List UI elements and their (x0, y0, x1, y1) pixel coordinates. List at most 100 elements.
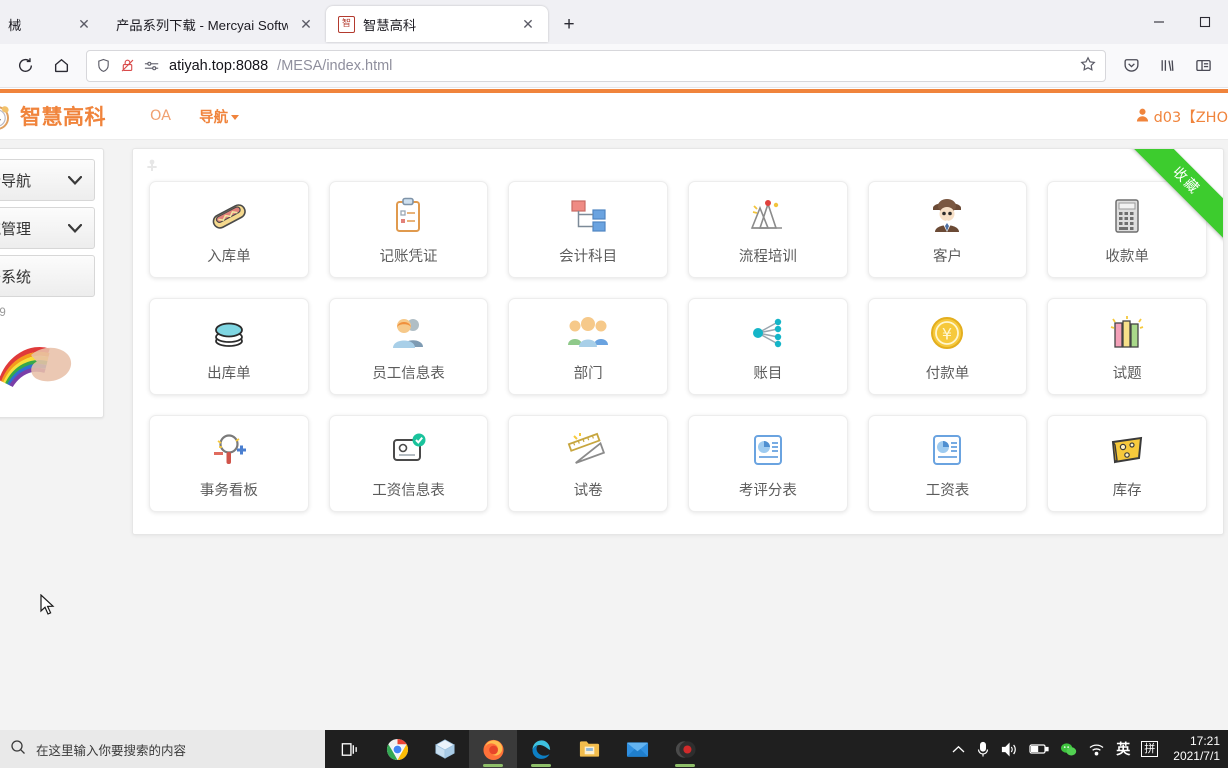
tile-jizhangpingzheng[interactable]: 记账凭证 (328, 181, 489, 278)
page-viewport: 智慧高科 OA 导航 d03【ZHO 合导航 (0, 89, 1228, 730)
minimize-icon[interactable] (1136, 2, 1182, 42)
stacked-discs-icon (206, 310, 252, 356)
connection-icon[interactable] (144, 59, 160, 73)
tile-gongzixinxibiao[interactable]: 工资信息表 (328, 415, 489, 512)
sidebar-item-label: 流管理 (0, 220, 32, 238)
new-tab-button[interactable]: + (554, 10, 584, 40)
tile-kuaijikemu[interactable]: 会计科目 (508, 181, 668, 278)
tab-close-icon[interactable]: ✕ (74, 14, 94, 34)
nav-link-daohang[interactable]: 导航 (199, 106, 240, 127)
reload-icon[interactable] (8, 50, 42, 82)
tile-kaopingfenbiao[interactable]: 考评分表 (688, 415, 848, 512)
pocket-icon[interactable] (1114, 50, 1148, 82)
tile-zhangmu[interactable]: 账目 (688, 298, 848, 395)
drag-handle-icon[interactable] (145, 159, 159, 173)
tile-label: 出库单 (207, 366, 251, 382)
tile-fukuandan[interactable]: ¥ 付款单 (867, 298, 1028, 395)
tile-label: 部门 (573, 366, 603, 382)
tile-kehu[interactable]: 客户 (867, 181, 1028, 278)
chevron-down-icon (67, 221, 83, 236)
nav-link-label: 导航 (199, 109, 229, 126)
sidebar-item-liuchengguanli[interactable]: 流管理 (0, 207, 95, 249)
tile-yuangongxinxibiao[interactable]: 员工信息表 (328, 298, 489, 395)
tile-shiwukanban[interactable]: 事务看板 (149, 415, 309, 512)
mail-icon[interactable] (613, 730, 661, 768)
url-host: atiyah.top:8088 (169, 57, 269, 74)
tab-zhihuigaoke[interactable]: 智 智慧高科 ✕ (326, 6, 548, 42)
mic-icon[interactable] (976, 741, 990, 758)
tile-label: 流程培训 (738, 249, 797, 265)
firefox-icon[interactable] (469, 730, 517, 768)
address-bar[interactable]: atiyah.top:8088/MESA/index.html (86, 49, 1106, 82)
pie-report-icon (745, 427, 791, 473)
magnifier-plus-icon (206, 427, 252, 473)
chrome-icon[interactable] (373, 730, 421, 768)
id-card-check-icon (385, 427, 431, 473)
tab-partial[interactable]: 械 ✕ (0, 6, 104, 42)
cheese-icon (1104, 427, 1150, 473)
tab-close-icon[interactable]: ✕ (518, 14, 538, 34)
mouse-cursor (40, 593, 56, 621)
taskbar-search-placeholder: 在这里输入你要搜索的内容 (36, 742, 187, 758)
tile-label: 账目 (753, 366, 783, 382)
person-hat-icon (924, 193, 970, 239)
tile-kucun[interactable]: 库存 (1047, 415, 1207, 512)
tile-label: 员工信息表 (372, 366, 445, 382)
tab-title: 智慧高科 (363, 17, 417, 33)
clock-time: 17:21 (1189, 734, 1220, 748)
sidebar-icon[interactable] (1186, 50, 1220, 82)
svg-text:¥: ¥ (942, 325, 952, 344)
ime-language-label[interactable]: 英 (1116, 739, 1130, 759)
wechat-icon[interactable] (1060, 742, 1077, 757)
edge-icon[interactable] (517, 730, 565, 768)
taskbar-search[interactable]: 在这里输入你要搜索的内容 (0, 730, 325, 768)
tab-close-icon[interactable]: ✕ (296, 14, 316, 34)
taskbar-apps (325, 730, 709, 768)
tile-shiti[interactable]: 试题 (1047, 298, 1207, 395)
tile-shijuan[interactable]: 试卷 (508, 415, 668, 512)
tab-title: 产品系列下载 - Mercyai Software (116, 17, 288, 33)
taskbar-clock[interactable]: 17:21 2021/7/1 (1169, 734, 1220, 764)
volume-icon[interactable] (1001, 742, 1018, 757)
sidebar-item-xitong[interactable]: 干系统 (0, 255, 95, 297)
recorder-icon[interactable] (661, 730, 709, 768)
tile-rukudan[interactable]: 入库单 (149, 181, 309, 278)
tile-liuchengpeixun[interactable]: 流程培训 (688, 181, 848, 278)
tile-label: 工资信息表 (372, 483, 445, 499)
user-icon (1136, 108, 1149, 126)
ruler-set-square-icon (565, 427, 611, 473)
tile-gongzibiao[interactable]: 工资表 (867, 415, 1028, 512)
maximize-icon[interactable] (1182, 2, 1228, 42)
home-icon[interactable] (44, 50, 78, 82)
shield-icon[interactable] (96, 58, 111, 73)
tile-bumen[interactable]: 部门 (508, 298, 668, 395)
wifi-icon[interactable] (1088, 742, 1105, 756)
cube-3d-icon[interactable] (421, 730, 469, 768)
tile-label: 库存 (1112, 483, 1142, 499)
battery-icon[interactable] (1029, 743, 1049, 755)
navigation-toolbar: atiyah.top:8088/MESA/index.html (0, 44, 1228, 88)
triangles-icon (745, 193, 791, 239)
tile-label: 工资表 (925, 483, 970, 499)
sidebar: 合导航 流管理 干系统 5.259 (0, 148, 104, 418)
user-menu[interactable]: d03【ZHO (1136, 93, 1228, 140)
tile-chukudan[interactable]: 出库单 (149, 298, 309, 395)
sidebar-version: 5.259 (0, 307, 6, 319)
system-tray: 英 拼 17:21 2021/7/1 (952, 734, 1228, 764)
org-tree-icon (565, 193, 611, 239)
star-icon[interactable] (1080, 55, 1096, 76)
sidebar-item-zonghedaohang[interactable]: 合导航 (0, 159, 95, 201)
tray-chevron-icon[interactable] (952, 745, 965, 754)
site-nav: OA 导航 (150, 106, 240, 127)
brand[interactable]: 智慧高科 (0, 99, 106, 133)
tab-mercyai[interactable]: 产品系列下载 - Mercyai Software ✕ (104, 6, 326, 42)
task-view-icon[interactable] (325, 730, 373, 768)
clipboard-icon (385, 193, 431, 239)
ime-mode-label[interactable]: 拼 (1141, 741, 1159, 757)
nav-link-oa[interactable]: OA (150, 108, 171, 124)
file-explorer-icon[interactable] (565, 730, 613, 768)
two-people-icon (385, 310, 431, 356)
library-icon[interactable] (1150, 50, 1184, 82)
hotdog-icon (206, 193, 252, 239)
permissions-blocked-icon[interactable] (120, 58, 135, 73)
